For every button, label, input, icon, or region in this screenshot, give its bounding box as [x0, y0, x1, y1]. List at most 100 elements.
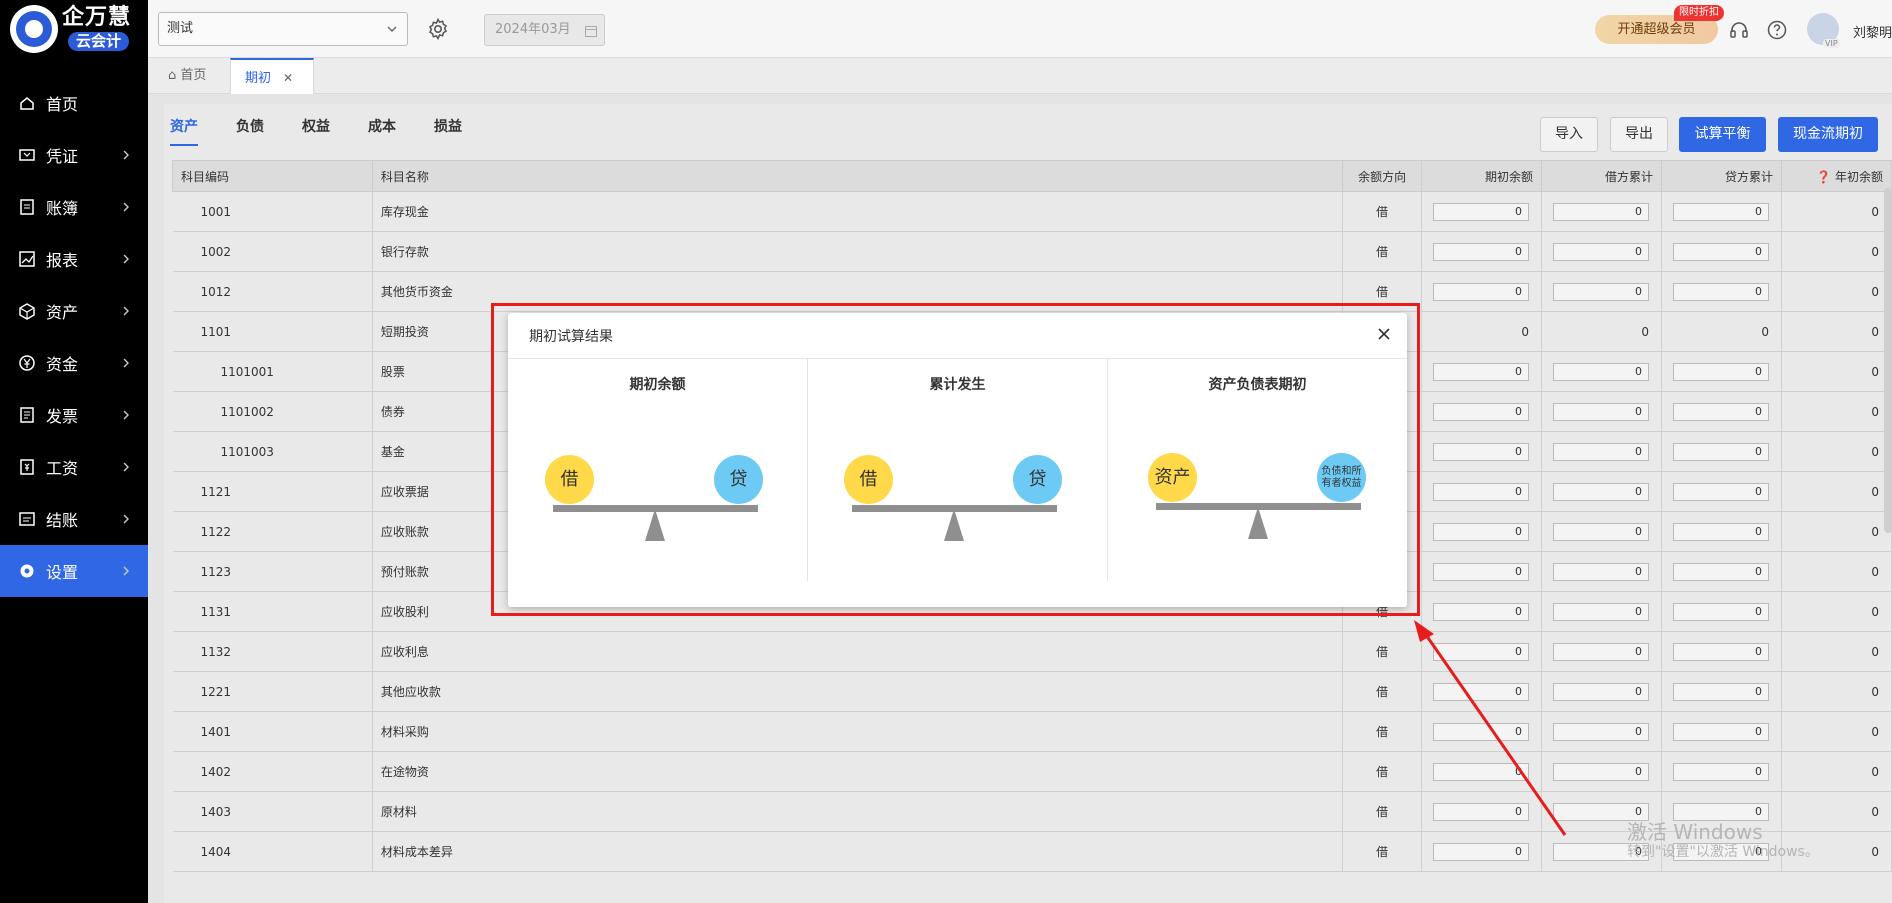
app-logo[interactable]: 企万慧 云会计 — [0, 0, 148, 58]
credit-input[interactable]: 0 — [1673, 802, 1769, 821]
sidebar-item-9[interactable]: 设置 — [0, 545, 148, 597]
debit-input[interactable]: 0 — [1553, 482, 1650, 501]
sidebar-item-1[interactable]: 凭证 — [0, 129, 148, 181]
debit-input[interactable]: 0 — [1553, 802, 1650, 821]
category-tab-0[interactable]: 资产 — [170, 116, 198, 146]
credit-input[interactable]: 0 — [1673, 282, 1769, 301]
cashflow-opening-button[interactable]: 现金流期初 — [1778, 117, 1878, 152]
sidebar-item-7[interactable]: 工资 — [0, 441, 148, 493]
period-picker[interactable]: 2024年03月 — [484, 14, 605, 46]
credit-input[interactable]: 0 — [1673, 482, 1769, 501]
account-code: 1012 — [172, 271, 373, 312]
chevron-right-icon — [123, 410, 129, 420]
credit-input[interactable]: 0 — [1673, 522, 1769, 541]
salary-icon — [18, 458, 36, 476]
sidebar: 企万慧 云会计 首页 凭证 账簿 报表 资产资金发票 工资 结账 设置 — [0, 0, 148, 903]
chevron-right-icon — [123, 254, 129, 264]
debit-input[interactable]: 0 — [1553, 402, 1650, 421]
opening-input[interactable]: 0 — [1433, 602, 1530, 621]
import-button[interactable]: 导入 — [1540, 117, 1598, 152]
tab-opening[interactable]: 期初 ✕ — [230, 58, 314, 94]
calendar-icon — [585, 26, 597, 37]
year-start-value: 0 — [1781, 271, 1892, 312]
close-icon[interactable]: ✕ — [283, 71, 293, 85]
tab-home[interactable]: ⌂ 首页 — [154, 58, 220, 94]
sidebar-item-2[interactable]: 账簿 — [0, 181, 148, 233]
debit-input[interactable]: 0 — [1553, 722, 1650, 741]
credit-input[interactable]: 0 — [1673, 362, 1769, 381]
category-tab-4[interactable]: 损益 — [434, 116, 462, 146]
debit-input[interactable]: 0 — [1553, 362, 1650, 381]
panel-balance-sheet-opening: 资产负债表期初 资产 负债和所 有者权益 — [1108, 359, 1407, 579]
opening-input[interactable]: 0 — [1433, 402, 1530, 421]
credit-input[interactable]: 0 — [1673, 602, 1769, 621]
sidebar-item-4[interactable]: 资产 — [0, 285, 148, 337]
opening-input[interactable]: 0 — [1433, 642, 1530, 661]
opening-input[interactable]: 0 — [1433, 842, 1530, 861]
debit-input[interactable]: 0 — [1553, 642, 1650, 661]
vertical-scrollbar[interactable] — [1884, 188, 1892, 533]
sidebar-item-label: 资金 — [46, 355, 79, 374]
debit-input[interactable]: 0 — [1553, 562, 1650, 581]
credit-input[interactable]: 0 — [1673, 642, 1769, 661]
header-debit: 借方累计 — [1541, 160, 1663, 192]
cell-debit: 0 — [1541, 231, 1663, 272]
opening-input[interactable]: 0 — [1433, 282, 1530, 301]
windows-activation-watermark: 激活 Windows 转到"设置"以激活 Windows。 — [1627, 820, 1819, 861]
dialog-title: 期初试算结果 — [529, 329, 613, 345]
sidebar-item-6[interactable]: 发票 — [0, 389, 148, 441]
credit-input[interactable]: 0 — [1673, 402, 1769, 421]
category-tab-1[interactable]: 负债 — [236, 116, 264, 146]
account-code: 1402 — [172, 751, 373, 792]
avatar[interactable] — [1807, 13, 1840, 48]
trial-balance-button[interactable]: 试算平衡 — [1679, 117, 1766, 152]
gear-icon[interactable] — [426, 17, 450, 41]
sidebar-item-3[interactable]: 报表 — [0, 233, 148, 285]
cell-credit: 0 — [1661, 671, 1782, 712]
account-name: 银行存款 — [372, 231, 1343, 272]
close-icon[interactable] — [1375, 325, 1393, 343]
cell-debit: 0 — [1541, 471, 1663, 512]
debit-input[interactable]: 0 — [1553, 762, 1650, 781]
debit-input[interactable]: 0 — [1553, 442, 1650, 461]
credit-input[interactable]: 0 — [1673, 722, 1769, 741]
category-tab-2[interactable]: 权益 — [302, 116, 330, 146]
cell-opening: 0 — [1421, 551, 1543, 592]
user-name[interactable]: 刘黎明 — [1853, 22, 1892, 41]
sidebar-item-5[interactable]: 资金 — [0, 337, 148, 389]
account-set-select[interactable]: 测试 — [158, 12, 408, 46]
headset-icon[interactable] — [1728, 19, 1750, 41]
opening-input[interactable]: 0 — [1433, 242, 1530, 261]
credit-input[interactable]: 0 — [1673, 562, 1769, 581]
opening-input[interactable]: 0 — [1433, 362, 1530, 381]
debit-input[interactable]: 0 — [1553, 522, 1650, 541]
debit-input[interactable]: 0 — [1553, 682, 1650, 701]
credit-input[interactable]: 0 — [1673, 762, 1769, 781]
credit-input[interactable]: 0 — [1673, 242, 1769, 261]
opening-input[interactable]: 0 — [1433, 202, 1530, 221]
home-tab-icon: ⌂ — [168, 68, 181, 83]
opening-input[interactable]: 0 — [1433, 762, 1530, 781]
opening-input[interactable]: 0 — [1433, 802, 1530, 821]
category-tab-3[interactable]: 成本 — [368, 116, 396, 146]
sidebar-item-0[interactable]: 首页 — [0, 77, 148, 129]
opening-input[interactable]: 0 — [1433, 562, 1530, 581]
debit-input[interactable]: 0 — [1553, 282, 1650, 301]
export-button[interactable]: 导出 — [1610, 117, 1668, 152]
opening-input[interactable]: 0 — [1433, 722, 1530, 741]
debit-input[interactable]: 0 — [1553, 602, 1650, 621]
credit-input[interactable]: 0 — [1673, 682, 1769, 701]
chevron-right-icon — [123, 514, 129, 524]
opening-input[interactable]: 0 — [1433, 442, 1530, 461]
balance-direction: 借 — [1342, 791, 1423, 832]
opening-input[interactable]: 0 — [1433, 522, 1530, 541]
credit-input[interactable]: 0 — [1673, 442, 1769, 461]
help-icon[interactable] — [1766, 19, 1788, 41]
sidebar-item-8[interactable]: 结账 — [0, 493, 148, 545]
opening-input[interactable]: 0 — [1433, 482, 1530, 501]
debit-input[interactable]: 0 — [1553, 242, 1650, 261]
credit-input[interactable]: 0 — [1673, 202, 1769, 221]
debit-input[interactable]: 0 — [1553, 202, 1650, 221]
cell-debit: 0 — [1541, 591, 1663, 632]
opening-input[interactable]: 0 — [1433, 682, 1530, 701]
